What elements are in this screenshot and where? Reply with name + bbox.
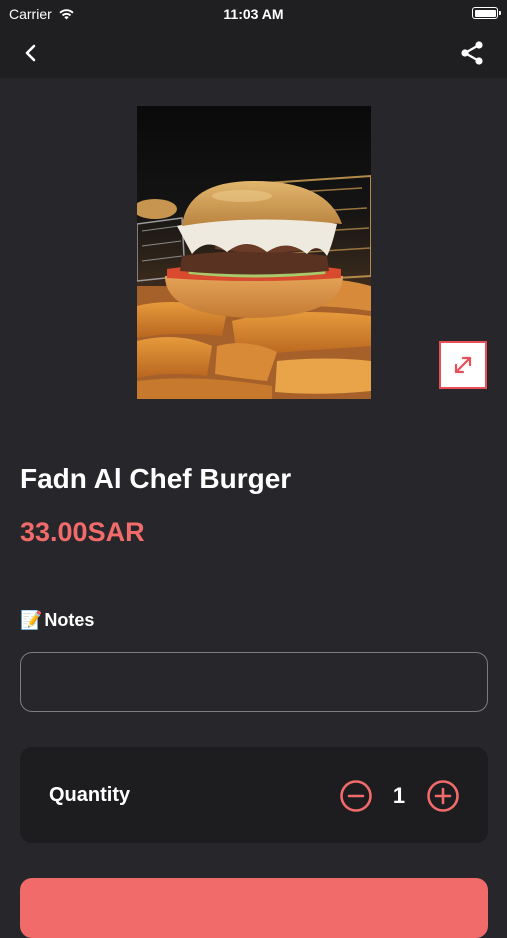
minus-circle-icon [340, 780, 372, 812]
expand-icon [454, 356, 472, 374]
expand-image-button[interactable] [439, 341, 487, 389]
product-name: Fadn Al Chef Burger [20, 463, 292, 494]
battery-icon [472, 7, 501, 19]
back-button[interactable] [18, 40, 44, 66]
product-price: 33.00SAR [20, 517, 145, 547]
chevron-left-icon [25, 44, 36, 62]
quantity-card: Quantity 1 [20, 747, 488, 843]
share-icon [461, 41, 483, 65]
increase-quantity-button[interactable] [426, 779, 460, 813]
add-to-cart-button[interactable] [20, 878, 488, 938]
notes-label: 📝 Notes [20, 607, 94, 633]
status-time: 11:03 AM [223, 6, 284, 22]
status-bar: Carrier 11:03 AM [0, 0, 507, 28]
decrease-quantity-button[interactable] [339, 779, 373, 813]
quantity-value: 1 [392, 783, 406, 808]
burger-photo [137, 106, 371, 399]
quantity-label: Quantity [49, 784, 131, 806]
share-button[interactable] [457, 38, 487, 68]
nav-bar [0, 28, 507, 78]
plus-circle-icon [427, 780, 459, 812]
product-image[interactable] [137, 106, 371, 399]
notes-input[interactable] [20, 652, 488, 712]
memo-icon: 📝 [20, 609, 43, 630]
notes-label-text: Notes [44, 609, 95, 630]
